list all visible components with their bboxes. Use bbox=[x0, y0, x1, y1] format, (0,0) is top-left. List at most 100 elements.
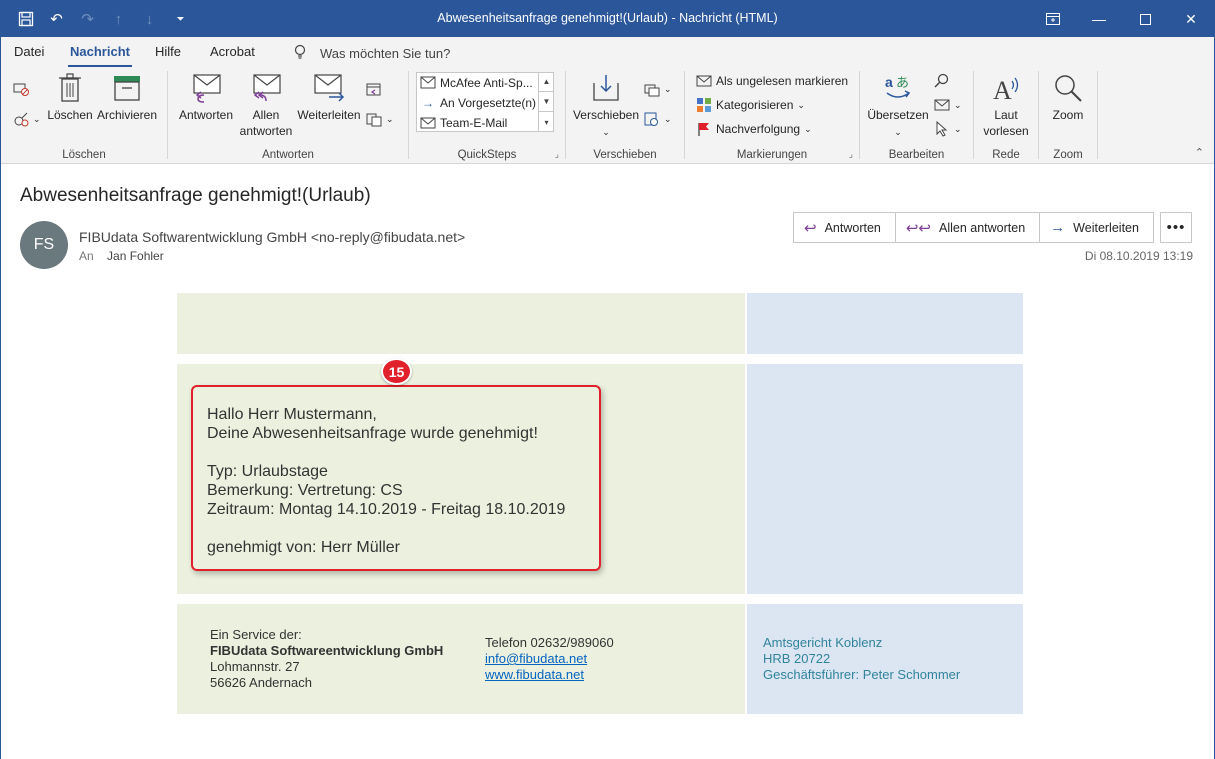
footer-ceo: Geschäftsführer: Peter Schommer bbox=[763, 667, 961, 682]
reply-all-button[interactable]: Allen antworten bbox=[236, 73, 296, 139]
quickstep-team-mail[interactable]: Team-E-Mail bbox=[417, 113, 553, 133]
zoom-button[interactable]: Zoom bbox=[1043, 73, 1093, 123]
quickstep-label: Team-E-Mail bbox=[440, 116, 508, 130]
group-label-antworten: Antworten bbox=[262, 149, 314, 161]
reply-button[interactable]: ↩ Antworten bbox=[794, 213, 896, 242]
cleanup-button[interactable]: ⌄ bbox=[13, 111, 41, 127]
quickstep-label: McAfee Anti-Sp... bbox=[440, 76, 533, 90]
scroll-up-icon[interactable]: ▲ bbox=[539, 72, 554, 92]
footer-web-link[interactable]: www.fibudata.net bbox=[485, 667, 584, 682]
cleanup-icon bbox=[13, 111, 29, 127]
chevron-down-icon: ⌄ bbox=[954, 99, 962, 110]
reply-all-label-2: antworten bbox=[239, 124, 293, 138]
mark-unread-label: Als ungelesen markieren bbox=[716, 74, 849, 88]
quicksteps-scroller[interactable]: ▲ ▼ ▾ bbox=[538, 72, 554, 132]
meeting-reply-button[interactable] bbox=[366, 81, 382, 97]
read-aloud-label-2: vorlesen bbox=[983, 124, 1029, 138]
read-aloud-button[interactable]: A Laut vorlesen bbox=[978, 73, 1034, 139]
group-label-verschieben: Verschieben bbox=[593, 149, 657, 161]
forward-button[interactable]: Weiterleiten bbox=[296, 73, 362, 123]
recipient-row: An Jan Fohler bbox=[79, 249, 164, 263]
email-side-cell bbox=[747, 364, 1023, 594]
more-reply-button[interactable]: ⌄ bbox=[366, 111, 394, 127]
group-label-quicksteps: QuickSteps bbox=[457, 149, 517, 161]
message-date: Di 08.10.2019 13:19 bbox=[1084, 249, 1193, 263]
reply-all-button[interactable]: ↩↩ Allen antworten bbox=[896, 213, 1041, 242]
tab-datei[interactable]: Datei bbox=[14, 44, 44, 59]
move-button[interactable]: Verschieben ⌄ bbox=[572, 73, 640, 140]
ignore-button[interactable] bbox=[13, 81, 29, 97]
to-label: An bbox=[79, 249, 94, 263]
translate-button[interactable]: aあ Übersetzen ⌄ bbox=[866, 73, 930, 140]
tab-acrobat[interactable]: Acrobat bbox=[210, 44, 255, 59]
mail-folder-icon bbox=[420, 75, 436, 91]
forward-label: Weiterleiten bbox=[1073, 220, 1139, 235]
more-actions-icon[interactable]: ••• bbox=[1160, 212, 1192, 243]
close-icon[interactable]: ✕ bbox=[1168, 1, 1214, 37]
ribbon-display-options-icon[interactable] bbox=[1030, 1, 1076, 37]
recipient-name[interactable]: Jan Fohler bbox=[107, 249, 164, 263]
reply-button[interactable]: Antworten bbox=[176, 73, 236, 123]
minimize-icon[interactable]: — bbox=[1076, 1, 1122, 37]
reply-all-icon bbox=[236, 73, 296, 103]
archive-icon bbox=[96, 73, 158, 103]
rules-button[interactable]: ⌄ bbox=[644, 81, 672, 97]
find-button[interactable] bbox=[934, 73, 950, 89]
group-label-bearbeiten: Bearbeiten bbox=[888, 149, 945, 161]
delete-button[interactable]: Löschen bbox=[47, 73, 93, 123]
dialog-launcher-icon[interactable]: ⌟ bbox=[849, 149, 853, 160]
window-controls: — ✕ bbox=[1030, 1, 1214, 37]
actions-button[interactable]: ⌄ bbox=[644, 111, 672, 127]
quickstep-label: An Vorgesetzte(n) bbox=[440, 96, 537, 110]
ribbon: ⌄ Löschen Archivieren Löschen Antworten … bbox=[1, 67, 1214, 164]
callout-number-badge: 15 bbox=[381, 358, 412, 385]
envelope-icon bbox=[420, 115, 436, 131]
footer-city: 56626 Andernach bbox=[210, 675, 312, 690]
scroll-down-icon[interactable]: ▼ bbox=[539, 92, 554, 112]
group-label-markierungen: Markierungen bbox=[736, 149, 808, 161]
translate-icon: aあ bbox=[866, 73, 930, 103]
dialog-launcher-icon[interactable]: ⌟ bbox=[555, 149, 559, 160]
archive-label: Archivieren bbox=[96, 108, 158, 122]
select-button[interactable]: ⌄ bbox=[934, 121, 962, 137]
group-markierungen: Als ungelesen markieren Kategorisieren ⌄… bbox=[685, 67, 859, 164]
reply-all-icon: ↩↩ bbox=[905, 219, 931, 237]
chevron-down-icon: ⌄ bbox=[664, 113, 672, 124]
followup-button[interactable]: Nachverfolgung ⌄ bbox=[696, 121, 812, 137]
tell-me-search[interactable]: Was möchten Sie tun? bbox=[294, 44, 450, 63]
footer-company: FIBUdata Softwareentwicklung GmbH bbox=[210, 643, 444, 658]
move-label: Verschieben bbox=[572, 108, 640, 122]
chevron-down-icon: ⌄ bbox=[33, 113, 41, 124]
footer-hrb: HRB 20722 bbox=[763, 651, 831, 666]
chevron-down-icon: ⌄ bbox=[664, 83, 672, 94]
more-reply-icon bbox=[366, 111, 382, 127]
ribbon-separator bbox=[1097, 71, 1098, 159]
quickstep-manager[interactable]: → An Vorgesetzte(n) bbox=[417, 93, 553, 113]
sender-name[interactable]: FIBUdata Softwarentwicklung GmbH <no-rep… bbox=[79, 229, 465, 245]
footer-email-link[interactable]: info@fibudata.net bbox=[485, 651, 587, 666]
svg-text:A: A bbox=[993, 76, 1012, 103]
group-verschieben: Verschieben ⌄ ⌄ ⌄ Verschieben bbox=[566, 67, 684, 164]
collapse-ribbon-icon[interactable]: ⌃ bbox=[1195, 146, 1204, 159]
related-button[interactable]: ⌄ bbox=[934, 97, 962, 113]
group-loeschen: ⌄ Löschen Archivieren Löschen bbox=[1, 67, 167, 164]
reply-icon: ↩ bbox=[804, 219, 817, 237]
mark-unread-button[interactable]: Als ungelesen markieren bbox=[696, 73, 848, 89]
search-icon bbox=[934, 73, 950, 89]
footer-service: Ein Service der: bbox=[210, 627, 302, 642]
forward-button[interactable]: → Weiterleiten bbox=[1040, 213, 1153, 242]
expand-gallery-icon[interactable]: ▾ bbox=[539, 112, 554, 132]
maximize-icon[interactable] bbox=[1122, 1, 1168, 37]
archive-button[interactable]: Archivieren bbox=[96, 73, 158, 123]
tab-hilfe[interactable]: Hilfe bbox=[155, 44, 181, 59]
email-header-cell-left bbox=[177, 293, 745, 354]
avatar[interactable]: FS bbox=[20, 221, 68, 269]
group-bearbeiten: aあ Übersetzen ⌄ ⌄ ⌄ Bearbeiten bbox=[860, 67, 973, 164]
tab-nachricht[interactable]: Nachricht bbox=[68, 44, 132, 68]
quickstep-mcafee[interactable]: McAfee Anti-Sp... bbox=[417, 73, 553, 93]
svg-text:あ: あ bbox=[896, 76, 909, 91]
group-label-zoom: Zoom bbox=[1053, 149, 1083, 161]
footer-legal: Amtsgericht Koblenz HRB 20722 Geschäftsf… bbox=[763, 635, 960, 683]
categorize-button[interactable]: Kategorisieren ⌄ bbox=[696, 97, 805, 113]
reply-all-label-1: Allen bbox=[252, 108, 280, 122]
